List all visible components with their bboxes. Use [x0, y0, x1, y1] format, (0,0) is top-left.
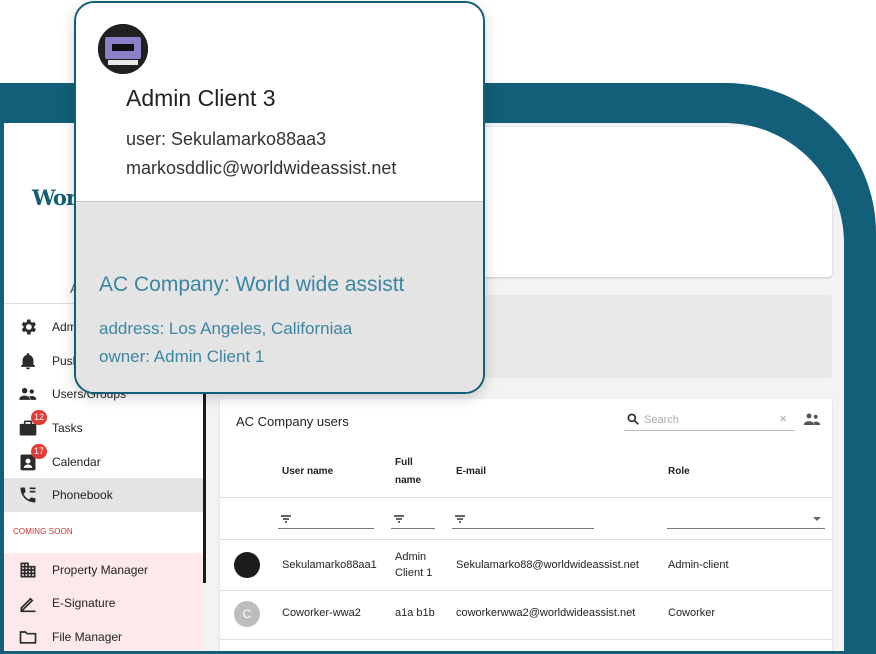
avatar — [98, 24, 148, 74]
user-profile-popover: Admin Client 3 user: Sekulamarko88aa3 ma… — [74, 1, 485, 394]
filter-divider — [220, 539, 832, 540]
avatar: C — [234, 601, 260, 627]
chevron-down-icon — [813, 517, 821, 521]
filter-full-name[interactable] — [391, 511, 435, 529]
column-header-email[interactable]: E-mail — [456, 466, 486, 477]
group-users-icon[interactable] — [803, 412, 821, 426]
sidebar-item-label: Property Manager — [52, 563, 149, 577]
filter-role-select[interactable] — [667, 511, 825, 529]
search-input[interactable] — [644, 411, 774, 428]
cell-role: Coworker — [668, 607, 716, 619]
avatar-image — [98, 24, 148, 74]
popover-company-name: AC Company: World wide assistt — [99, 273, 405, 296]
users-icon — [19, 387, 37, 400]
folder-icon — [19, 631, 37, 644]
filter-icon — [394, 515, 404, 523]
pen-icon — [20, 597, 36, 613]
sidebar-item-label: Adm — [52, 320, 77, 334]
search-field[interactable]: × — [624, 409, 795, 431]
popover-username: user: Sekulamarko88aa3 — [126, 129, 327, 149]
cell-full-name: Admin — [395, 551, 427, 563]
sidebar-item-label: File Manager — [52, 630, 123, 644]
calendar-count-badge: 17 — [31, 444, 48, 459]
screenshot-stage: World A Adm Push Users/Groups 12 Tasks — [0, 0, 876, 654]
header-divider — [220, 497, 832, 498]
popover-divider — [76, 201, 483, 202]
row-divider — [220, 639, 832, 640]
cell-user-name: Sekulamarko88aa1 — [282, 559, 377, 571]
sidebar-item-e-signature[interactable]: E-Signature — [4, 586, 203, 620]
sidebar-item-tasks[interactable]: 12 Tasks — [4, 410, 203, 445]
popover-company-owner: owner: Admin Client 1 — [99, 347, 265, 366]
sidebar-item-property-manager[interactable]: Property Manager — [4, 553, 203, 587]
bell-icon — [20, 353, 36, 370]
clear-search-icon[interactable]: × — [779, 411, 787, 426]
column-header-full-name-line2[interactable]: name — [395, 475, 421, 486]
search-icon — [627, 413, 639, 425]
popover-company-section: AC Company: World wide assistt address: … — [76, 201, 483, 392]
column-header-user-name[interactable]: User name — [282, 466, 333, 477]
filter-email[interactable] — [452, 511, 594, 529]
cell-email: Sekulamarko88@worldwideassist.net — [456, 559, 639, 571]
cell-user-name: Coworker-wwa2 — [282, 607, 361, 619]
sidebar-item-file-manager[interactable]: File Manager — [4, 620, 203, 651]
popover-user-name: Admin Client 3 — [126, 85, 276, 111]
filter-user-name[interactable] — [278, 511, 374, 529]
popover-email: markosddlic@worldwideassist.net — [126, 158, 397, 178]
sidebar-item-phonebook[interactable]: Phonebook — [4, 478, 203, 512]
phonebook-icon — [20, 487, 36, 503]
popover-user-section: Admin Client 3 user: Sekulamarko88aa3 ma… — [76, 3, 483, 203]
row-divider — [220, 590, 832, 591]
sidebar-item-calendar[interactable]: 17 Calendar — [4, 444, 203, 479]
coming-soon-heading: COMING SOON — [13, 527, 73, 536]
cell-full-name: a1a b1b — [395, 607, 435, 619]
building-icon — [20, 562, 36, 578]
cell-email: coworkerwwa2@worldwideassist.net — [456, 607, 636, 619]
filter-icon — [281, 515, 291, 523]
filter-icon — [455, 515, 465, 523]
sidebar-item-label: Calendar — [52, 455, 101, 469]
cell-role: Admin-client — [668, 559, 729, 571]
company-users-card: AC Company users × User name Full name E… — [220, 399, 832, 651]
users-table-title: AC Company users — [236, 414, 349, 429]
column-header-full-name[interactable]: Full — [395, 457, 413, 468]
sidebar-item-label: Tasks — [52, 421, 83, 435]
gear-icon — [21, 319, 36, 335]
tasks-count-badge: 12 — [31, 410, 48, 425]
sidebar-item-label: Phonebook — [52, 488, 113, 502]
cell-full-name-line2: Client 1 — [395, 567, 433, 579]
popover-company-address: address: Los Angeles, Californiaa — [99, 319, 353, 338]
column-header-role[interactable]: Role — [668, 466, 690, 477]
sidebar-item-label: E-Signature — [52, 596, 116, 610]
avatar — [234, 552, 260, 578]
